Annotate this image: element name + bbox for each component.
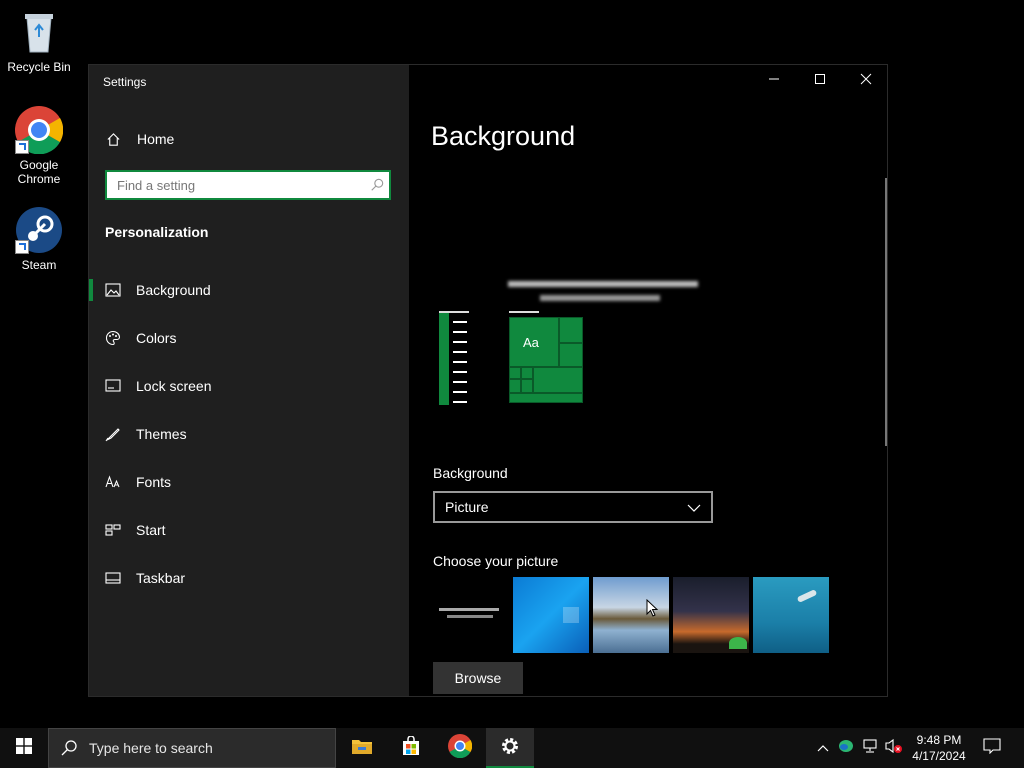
preview-start-column (439, 313, 449, 405)
home-icon (105, 131, 121, 147)
taskbar-file-explorer[interactable] (338, 728, 386, 768)
show-hidden-icons-button[interactable] (812, 728, 834, 768)
file-explorer-icon (351, 737, 373, 760)
steam-icon (15, 206, 63, 254)
page-title: Background (431, 121, 576, 151)
nav-item-label: Background (136, 282, 211, 298)
preview-blurred-text (495, 275, 705, 313)
chevron-down-icon (687, 499, 701, 515)
background-type-value: Picture (445, 499, 489, 515)
volume-muted-icon (885, 738, 903, 759)
nav-item-taskbar[interactable]: Taskbar (89, 554, 409, 602)
desktop-icon-label: Google Chrome (17, 158, 61, 186)
nav-item-label: Lock screen (136, 378, 212, 394)
taskbar-search-placeholder: Type here to search (89, 740, 213, 756)
taskbar-microsoft-store[interactable] (387, 728, 435, 768)
windows-logo-icon (16, 737, 32, 759)
preview-tiles: Aa (509, 317, 583, 403)
font-icon (105, 474, 121, 490)
shortcut-arrow-icon (15, 140, 29, 154)
browse-button[interactable]: Browse (433, 662, 523, 694)
taskbar-search-box[interactable]: Type here to search (48, 728, 336, 768)
desktop-icon-recycle-bin[interactable]: Recycle Bin (6, 8, 72, 74)
nav-item-colors[interactable]: Colors (89, 314, 409, 362)
picture-icon (105, 282, 121, 298)
edge-sync-icon (838, 739, 854, 758)
mouse-cursor-icon (646, 598, 659, 622)
preview-tile-text: Aa (523, 335, 539, 350)
clock-date: 4/17/2024 (912, 749, 966, 763)
search-icon (365, 178, 389, 192)
settings-window: Settings Home Personalization Background (88, 64, 888, 697)
scrollbar[interactable] (885, 178, 887, 446)
nav-item-lock-screen[interactable]: Lock screen (89, 362, 409, 410)
window-title: Settings (103, 75, 147, 89)
nav-item-themes[interactable]: Themes (89, 410, 409, 458)
nav-home-label: Home (137, 131, 175, 147)
clock-time: 9:48 PM (916, 733, 962, 747)
picture-thumbnail[interactable] (513, 577, 589, 653)
chevron-up-icon (817, 739, 829, 757)
network-button[interactable] (860, 728, 880, 768)
desktop-icon-label: Recycle Bin (7, 60, 71, 74)
lock-screen-icon (105, 378, 121, 394)
picture-thumbnail[interactable] (753, 577, 829, 653)
picture-thumbnails (433, 577, 829, 653)
chrome-icon (15, 106, 64, 155)
microsoft-store-icon (401, 734, 421, 761)
nav-item-label: Taskbar (136, 570, 186, 586)
picture-thumbnail[interactable] (433, 577, 509, 653)
taskbar-chrome[interactable] (436, 728, 484, 768)
start-button[interactable] (0, 728, 48, 768)
tray-edge-icon-button[interactable] (836, 728, 856, 768)
notification-icon (983, 737, 1001, 759)
recycle-bin-icon (15, 8, 63, 56)
background-label: Background (433, 465, 508, 481)
settings-icon (500, 736, 520, 761)
nav-item-start[interactable]: Start (89, 506, 409, 554)
nav-item-label: Fonts (136, 474, 172, 490)
preview-tiles-line (509, 311, 539, 313)
search-icon (49, 740, 89, 756)
taskbar-icon (105, 570, 121, 586)
settings-search-box[interactable] (105, 170, 391, 200)
nav-item-label: Colors (136, 330, 177, 346)
picture-thumbnail[interactable] (673, 577, 749, 653)
choose-picture-label: Choose your picture (433, 553, 559, 569)
desktop-icon-google-chrome[interactable]: Google Chrome (6, 106, 72, 186)
settings-search-input[interactable] (107, 172, 365, 198)
action-center-button[interactable] (978, 728, 1006, 768)
taskbar-settings[interactable] (486, 728, 534, 768)
taskbar: Type here to search 9:48 PM 4/17/2024 (0, 728, 1024, 768)
nav-item-label: Start (136, 522, 166, 538)
brush-icon (105, 426, 121, 442)
nav-item-label: Themes (136, 426, 187, 442)
chrome-icon (448, 733, 473, 763)
thumbnail-blurred-text (439, 607, 503, 624)
nav-home[interactable]: Home (105, 131, 174, 147)
nav-item-fonts[interactable]: Fonts (89, 458, 409, 506)
background-type-dropdown[interactable]: Picture (433, 491, 713, 523)
palette-icon (105, 330, 121, 346)
taskbar-clock[interactable]: 9:48 PM 4/17/2024 (906, 732, 972, 764)
desktop-icon-steam[interactable]: Steam (6, 206, 72, 272)
desktop-preview: Aa (433, 265, 733, 425)
desktop-icon-label: Steam (21, 258, 57, 272)
nav-list: Background Colors Lock screen Themes Fon… (89, 266, 409, 602)
start-icon (105, 522, 121, 538)
shortcut-arrow-icon (15, 240, 29, 254)
sidebar: Settings Home Personalization Background (89, 65, 409, 696)
section-title-personalization: Personalization (105, 224, 209, 240)
network-icon (862, 738, 878, 758)
volume-button[interactable] (884, 728, 904, 768)
nav-item-background[interactable]: Background (89, 266, 409, 314)
